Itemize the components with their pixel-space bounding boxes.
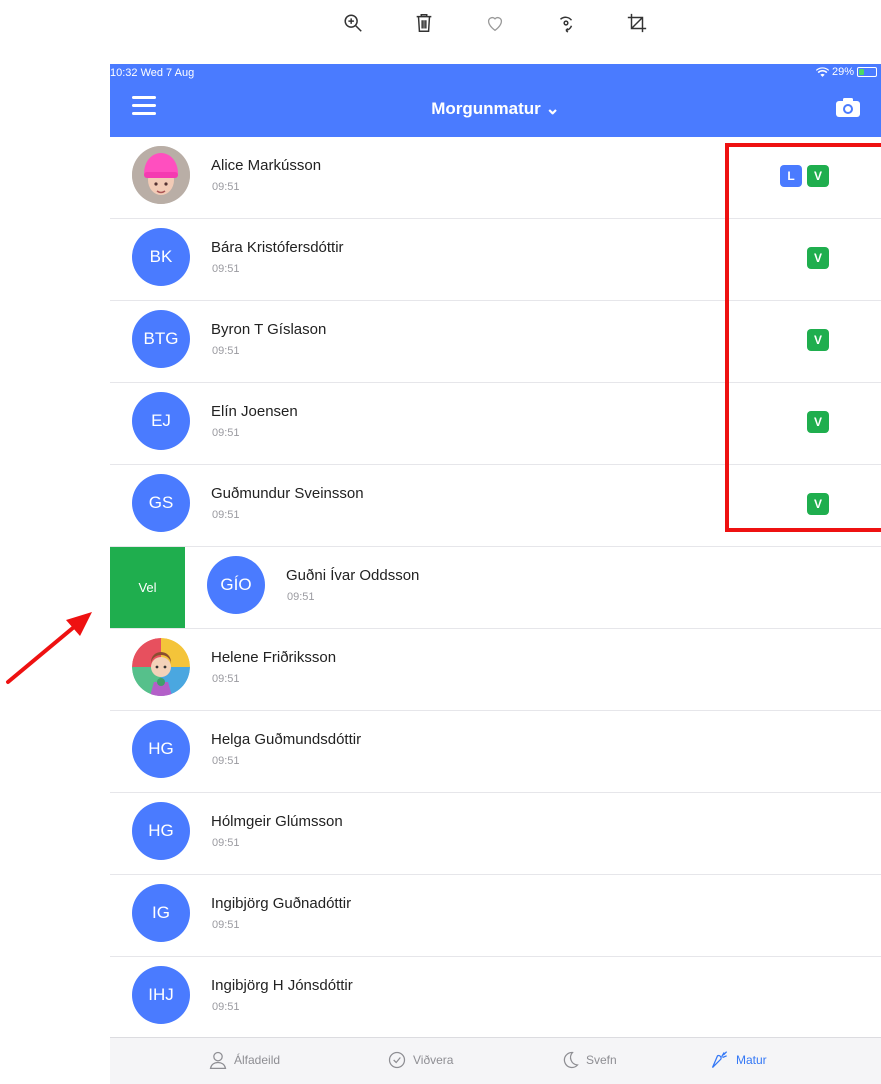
avatar-initials: HG [132,720,190,778]
child-name: Ingibjörg H Jónsdóttir [211,977,353,994]
status-indicators: 29% [815,66,877,78]
child-name: Bára Kristófersdóttir [211,239,344,256]
crop-icon[interactable] [624,10,650,36]
timestamp: 09:51 [212,181,240,193]
timestamp: 09:51 [212,837,240,849]
child-name: Guðni Ívar Oddsson [286,567,420,584]
avatar-initials: IG [132,884,190,942]
list-item[interactable]: Helene Friðriksson 09:51 [110,629,881,711]
child-name: Hólmgeir Glúmsson [211,813,343,830]
avatar-initials: IHJ [132,966,190,1024]
child-name: Elín Joensen [211,403,298,420]
select-swipe-button[interactable]: Vel [110,547,185,628]
child-name: Ingibjörg Guðnadóttir [211,895,352,912]
avatar-initials: GS [132,474,190,532]
avatar-initials: EJ [132,392,190,450]
child-name: Helene Friðriksson [211,649,337,666]
battery-percent: 29% [831,66,854,78]
carrot-icon [711,1051,728,1068]
screenshot-root: 10:32 Wed 7 Aug 29% Morgunmatur ⌄ Alice … [0,0,881,1084]
moon-icon [563,1051,579,1069]
list-item[interactable]: IHJ Ingibjörg H Jónsdóttir 09:51 [110,957,881,1039]
editor-toolbar [0,0,881,48]
timestamp: 09:51 [212,1001,240,1013]
rotate-icon[interactable] [553,10,579,36]
zoom-in-icon[interactable] [340,10,366,36]
avatar-initials: BTG [132,310,190,368]
checkmark-circle-icon [388,1051,406,1069]
nav-title-dropdown[interactable]: Morgunmatur ⌄ [110,99,881,119]
tab-matur[interactable]: Matur [710,1050,767,1070]
annotation-arrow [6,612,92,684]
tab-alfadeild[interactable]: Álfadeild [208,1050,280,1070]
battery-fill [859,69,864,75]
camera-icon[interactable] [835,96,861,118]
nav-bar: Morgunmatur ⌄ [110,82,881,137]
list-item[interactable]: HG Hólmgeir Glúmsson 09:51 [110,793,881,875]
child-name: Guðmundur Sveinsson [211,485,364,502]
status-bar: 10:32 Wed 7 Aug 29% [110,64,881,82]
status-time: 10:32 Wed 7 Aug [110,67,195,79]
timestamp: 09:51 [212,509,240,521]
timestamp: 09:51 [287,591,315,603]
timestamp: 09:51 [212,755,240,767]
timestamp: 09:51 [212,345,240,357]
tab-bar: Álfadeild Viðvera Svefn Matur [110,1037,881,1084]
list-item-swiped[interactable]: Vel GÍO Guðni Ívar Oddsson 09:51 [110,547,881,629]
child-name: Helga Guðmundsdóttir [211,731,362,748]
timestamp: 09:51 [212,673,240,685]
battery-icon [857,67,877,77]
tab-vidvera[interactable]: Viðvera [387,1050,453,1070]
avatar-initials: BK [132,228,190,286]
child-name: Alice Markússon [211,157,322,174]
tab-label: Matur [736,1053,767,1067]
wifi-icon [815,67,829,77]
avatar-cartoon [132,638,190,696]
list-item[interactable]: HG Helga Guðmundsdóttir 09:51 [110,711,881,793]
timestamp: 09:51 [212,427,240,439]
tab-label: Viðvera [413,1053,454,1067]
timestamp: 09:51 [212,263,240,275]
person-icon [209,1051,227,1069]
tab-label: Álfadeild [234,1053,281,1067]
avatar-initials: GÍO [207,556,265,614]
avatar-photo [132,146,190,204]
tab-svefn[interactable]: Svefn [560,1050,617,1070]
avatar-initials: HG [132,802,190,860]
heart-icon[interactable] [482,10,508,36]
timestamp: 09:51 [212,919,240,931]
child-name: Byron T Gíslason [211,321,327,338]
annotation-highlight-box [725,143,881,532]
tab-label: Svefn [586,1053,617,1067]
list-item[interactable]: IG Ingibjörg Guðnadóttir 09:51 [110,875,881,957]
trash-icon[interactable] [411,10,437,36]
